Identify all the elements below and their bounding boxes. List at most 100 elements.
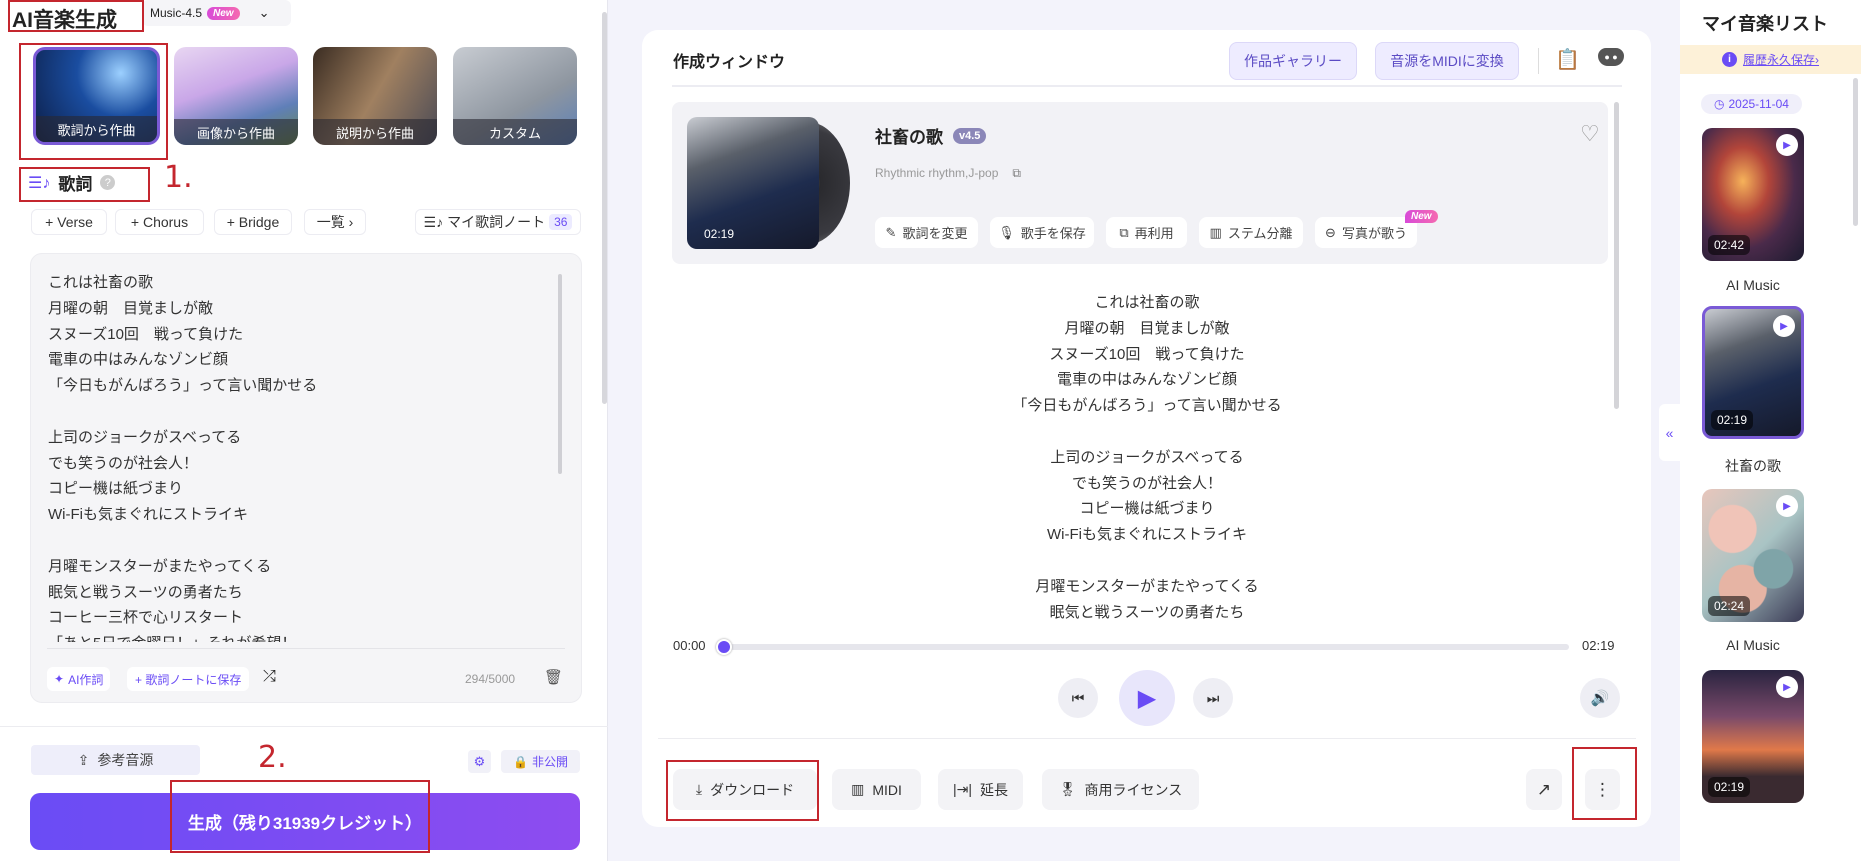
lyric-line: 眠気と戦うスーツの勇者たち xyxy=(48,583,243,601)
lyrics-scrollbar[interactable] xyxy=(558,274,562,474)
action-label: 歌詞を変更 xyxy=(902,226,968,241)
note-icon: ☰♪ xyxy=(423,213,444,230)
mode-lyrics[interactable]: 歌詞から作曲 xyxy=(33,47,160,145)
ai-lyrics-button[interactable]: ✦ AI作詞 xyxy=(47,667,111,691)
left-panel-scrollbar[interactable] xyxy=(602,12,607,404)
app-title: AI音楽生成 xyxy=(12,9,117,32)
play-icon[interactable]: ▶ xyxy=(1776,134,1798,156)
next-button[interactable]: ⏭ xyxy=(1193,678,1233,718)
add-verse-button[interactable]: + Verse xyxy=(31,209,107,235)
music-item[interactable]: ▶ 02:19 xyxy=(1702,670,1804,803)
play-icon[interactable]: ▶ xyxy=(1773,315,1795,337)
stem-icon: ▥ xyxy=(1209,224,1222,240)
gallery-button[interactable]: 作品ギャラリー xyxy=(1229,42,1357,80)
more-options-icon[interactable]: ⋮ xyxy=(1585,769,1620,810)
lyric-line xyxy=(48,399,317,425)
version-badge: v4.5 xyxy=(953,127,987,144)
creation-window-title: 作成ウィンドウ xyxy=(673,54,786,71)
collapse-panel-button[interactable]: « xyxy=(1659,404,1680,461)
song-tags-row: Rhythmic rhythm,J-pop ⧉ xyxy=(875,166,1021,181)
download-button[interactable]: ⤓ ダウンロード xyxy=(673,769,817,810)
lyric-line: スヌーズ10回 戦って負けた xyxy=(48,325,244,343)
download-icon: ⤓ xyxy=(695,781,703,797)
item-duration: 02:42 xyxy=(1708,235,1751,255)
reuse-button[interactable]: ⧉ 再利用 xyxy=(1106,217,1187,248)
music-list-scrollbar[interactable] xyxy=(1853,78,1858,226)
reference-audio-button[interactable]: ⇪ 参考音源 xyxy=(31,745,200,775)
lyrics-title: 歌詞 xyxy=(58,175,93,194)
play-icon[interactable]: ▶ xyxy=(1776,495,1798,517)
photo-sing-button[interactable]: ⊖ 写真が歌う xyxy=(1315,217,1417,248)
duplicate-icon: ⧉ xyxy=(1119,224,1129,240)
generate-button[interactable]: 生成（残り31939クレジット） xyxy=(30,793,580,850)
new-badge: New xyxy=(207,6,240,20)
item-duration: 02:19 xyxy=(1708,777,1751,797)
lyric-line xyxy=(900,548,1394,574)
mode-image[interactable]: 画像から作曲 xyxy=(174,47,298,145)
heart-icon[interactable]: ♡ xyxy=(1580,121,1600,147)
item-title: AI Music xyxy=(1726,277,1780,293)
mode-label: カスタム xyxy=(453,119,577,145)
save-singer-button[interactable]: 🎙 歌手を保存 xyxy=(990,217,1094,248)
action-label: 歌手を保存 xyxy=(1020,226,1086,241)
mode-description[interactable]: 説明から作曲 xyxy=(313,47,437,145)
lyric-line: 眠気と戦うスーツの勇者たち xyxy=(1049,603,1245,621)
music-item[interactable]: ▶ 02:42 xyxy=(1702,128,1804,261)
commercial-license-button[interactable]: 🎖 商用ライセンス xyxy=(1042,769,1199,810)
sparkle-icon: ✦ xyxy=(54,672,65,686)
award-icon: 🎖 xyxy=(1058,781,1077,797)
convert-midi-button[interactable]: 音源をMIDIに変換 xyxy=(1375,42,1519,80)
play-button[interactable]: ▶ xyxy=(1119,670,1175,726)
add-chorus-button[interactable]: + Chorus xyxy=(115,209,204,235)
history-save-link[interactable]: 履歴永久保存› xyxy=(1743,51,1819,68)
midi-button[interactable]: ▥ MIDI xyxy=(832,769,921,810)
progress-handle[interactable] xyxy=(716,639,732,655)
cover-duration: 02:19 xyxy=(704,227,735,241)
upload-icon: ⇪ xyxy=(77,751,90,768)
lyric-line: 上司のジョークがスベってる xyxy=(48,428,242,446)
share-icon[interactable]: ↗ xyxy=(1526,769,1562,810)
extend-button[interactable]: |⇥| 延長 xyxy=(938,769,1023,810)
main-scrollbar[interactable] xyxy=(1614,102,1619,409)
song-cover[interactable]: 02:19 xyxy=(687,117,819,249)
help-icon[interactable]: ? xyxy=(100,175,116,190)
lyric-line: 電車の中はみんなゾンビ顔 xyxy=(1056,371,1237,389)
list-button[interactable]: 一覧 › xyxy=(304,209,366,235)
lyric-line: 「今日もがんばろう」って言い聞かせる xyxy=(48,377,318,395)
piano-icon: ▥ xyxy=(851,781,865,797)
copy-icon[interactable]: ⧉ xyxy=(1012,166,1021,181)
previous-button[interactable]: ⏮ xyxy=(1058,678,1098,718)
music-item[interactable]: ▶ 02:24 xyxy=(1702,489,1804,622)
stem-separation-button[interactable]: ▥ ステム分離 xyxy=(1199,217,1303,248)
trash-icon[interactable]: 🗑 xyxy=(544,668,563,686)
play-icon[interactable]: ▶ xyxy=(1776,676,1798,698)
lyric-line: 「あと5日で金曜日！」それが希望！ xyxy=(48,631,317,642)
lyric-line: Wi-Fiも気まぐれにストライキ xyxy=(1047,526,1247,544)
mode-label: 説明から作曲 xyxy=(313,119,437,145)
privacy-toggle[interactable]: 🔒 非公開 xyxy=(501,750,580,773)
model-select[interactable]: Music-4.5 New ⌄ xyxy=(142,0,291,26)
progress-bar[interactable] xyxy=(716,639,1569,655)
total-time: 02:19 xyxy=(1582,638,1615,653)
settings-gear-icon[interactable]: ⚙ xyxy=(468,750,491,773)
lyrics-editor[interactable]: これは社畜の歌 月曜の朝 目覚ましが敵 スヌーズ10回 戦って負けた 電車の中はみんな… xyxy=(30,253,582,703)
mode-label: 歌詞から作曲 xyxy=(36,116,157,142)
music-item-selected[interactable]: ▶ 02:19 xyxy=(1702,306,1804,439)
lyrics-textarea[interactable]: これは社畜の歌 月曜の朝 目覚ましが敵 スヌーズ10回 戦って負けた 電車の中はみんな… xyxy=(48,270,317,642)
task-list-icon[interactable]: 📋 xyxy=(1555,47,1580,72)
mode-label: 画像から作曲 xyxy=(174,119,298,145)
add-bridge-button[interactable]: + Bridge xyxy=(214,209,292,235)
change-lyrics-button[interactable]: ✎ 歌詞を変更 xyxy=(875,217,978,248)
my-lyric-note-button[interactable]: ☰♪ マイ歌詞ノート 36 xyxy=(415,209,581,235)
discord-icon[interactable]: ● ● xyxy=(1598,48,1624,66)
volume-icon[interactable]: 🔊 xyxy=(1580,678,1620,718)
lips-icon: ⊖ xyxy=(1325,224,1336,240)
license-label: 商用ライセンス xyxy=(1084,781,1183,798)
midi-label: MIDI xyxy=(872,781,902,798)
chevron-down-icon: ⌄ xyxy=(258,5,270,20)
lock-icon: 🔒 xyxy=(513,754,528,769)
shuffle-icon[interactable]: ⤮ xyxy=(263,668,276,686)
mode-custom[interactable]: カスタム xyxy=(453,47,577,145)
save-to-note-button[interactable]: + 歌詞ノートに保存 xyxy=(127,667,250,691)
edit-icon: ✎ xyxy=(885,224,897,240)
